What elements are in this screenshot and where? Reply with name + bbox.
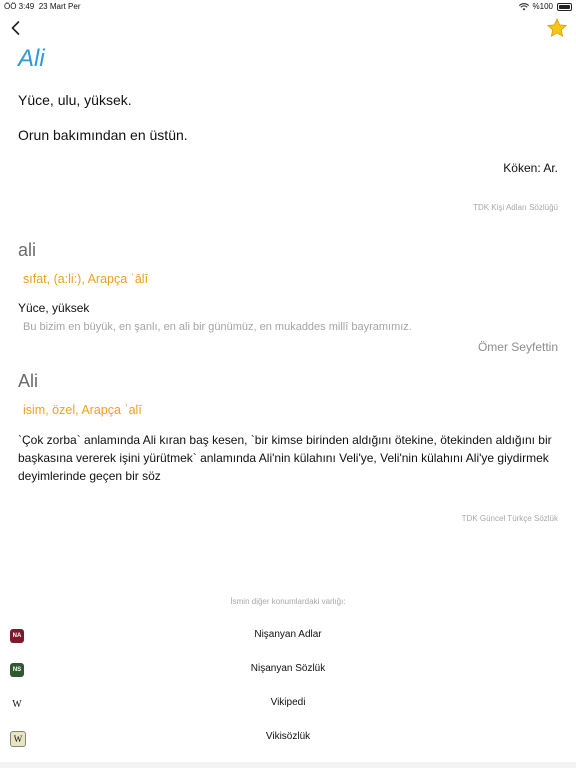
link-vikisozluk[interactable]: W Vikisözlük xyxy=(0,721,576,755)
origin-label: Köken: Ar. xyxy=(503,161,558,175)
definition: Yüce, yüksek xyxy=(18,301,90,315)
meaning-2: Orun bakımından en üstün. xyxy=(18,127,188,143)
status-date: 23 Mart Per xyxy=(38,2,81,11)
back-button[interactable] xyxy=(6,19,24,37)
bottom-edge xyxy=(0,762,576,768)
status-time: ÖÖ 3:49 xyxy=(4,2,35,11)
name-title: Ali xyxy=(18,45,45,72)
link-vikipedi[interactable]: W Vikipedi xyxy=(0,687,576,721)
status-bar: ÖÖ 3:49 23 Mart Per %100 xyxy=(0,0,576,12)
example-sentence: Bu bizim en büyük, en şanlı, en ali bir … xyxy=(23,321,412,333)
example-author: Ömer Seyfettin xyxy=(477,340,558,354)
grammar-info: sıfat, (a:li:), Arapça ʿālī xyxy=(23,272,149,286)
chevron-left-icon xyxy=(11,21,19,35)
other-sources-title: İsmin diğer konumlardaki varlığı: xyxy=(230,597,346,606)
wifi-icon xyxy=(518,2,529,10)
source-label: TDK Kişi Adları Sözlüğü xyxy=(473,203,558,212)
source-label: TDK Güncel Türkçe Sözlük xyxy=(461,514,558,523)
link-label: Nişanyan Adlar xyxy=(254,629,322,640)
battery-percent: %100 xyxy=(532,2,553,11)
grammar-info: isim, özel, Arapça ʿalī xyxy=(23,403,142,417)
definition: `Çok zorba` anlamında Ali kıran baş kese… xyxy=(18,433,552,483)
status-time-date: ÖÖ 3:49 23 Mart Per xyxy=(4,2,81,11)
link-nisanyan-sozluk[interactable]: NS Nişanyan Sözlük xyxy=(0,653,576,687)
meaning-1: Yüce, ulu, yüksek. xyxy=(18,92,132,108)
link-label: Vikisözlük xyxy=(265,731,311,742)
status-right: %100 xyxy=(518,2,572,11)
favorite-button[interactable] xyxy=(546,17,568,39)
link-label: Vikipedi xyxy=(270,697,306,708)
headword: Ali xyxy=(18,371,39,391)
star-icon xyxy=(546,17,568,38)
battery-icon xyxy=(557,2,572,11)
headword: ali xyxy=(18,240,37,260)
link-label: Nişanyan Sözlük xyxy=(250,663,326,674)
link-nisanyan-adlar[interactable]: NA Nişanyan Adlar xyxy=(0,619,576,653)
